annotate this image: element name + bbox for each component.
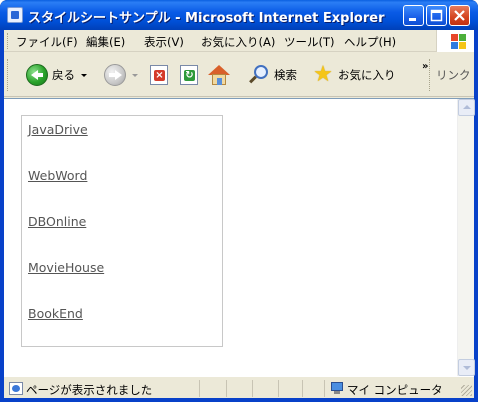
menu-tools[interactable]: ツール(T) (284, 34, 335, 50)
stop-button[interactable]: × (150, 53, 168, 97)
search-label: 検索 (274, 68, 297, 82)
status-divider (278, 380, 279, 397)
page-content: JavaDrive WebWord DBOnline MovieHouse Bo… (4, 98, 475, 376)
browser-window: スタイルシートサンプル - Microsoft Internet Explore… (0, 0, 478, 402)
menu-grip[interactable] (7, 33, 10, 49)
stop-icon: × (150, 65, 168, 85)
refresh-icon: ↻ (180, 65, 198, 85)
my-computer-icon (331, 382, 343, 395)
link-javadrive[interactable]: JavaDrive (28, 122, 88, 137)
list-item: JavaDrive (28, 122, 88, 137)
list-item: DBOnline (28, 214, 86, 229)
toolbar-grip[interactable] (7, 59, 10, 91)
favorites-label: お気に入り (338, 68, 396, 82)
status-divider (252, 380, 253, 397)
logo-red-icon (451, 34, 458, 41)
minimize-icon (409, 18, 416, 21)
back-label: 戻る (52, 68, 75, 82)
refresh-button[interactable]: ↻ (180, 53, 198, 97)
security-zone-text: マイ コンピュータ (347, 383, 443, 397)
menu-edit[interactable]: 編集(E) (86, 34, 125, 50)
close-icon (454, 10, 465, 21)
link-bookend[interactable]: BookEnd (28, 306, 83, 321)
favorites-button[interactable]: ★ お気に入り (312, 53, 396, 97)
forward-dropdown-icon[interactable] (132, 73, 138, 77)
home-button[interactable] (208, 53, 230, 97)
window-border-right (474, 30, 478, 402)
link-dbonline[interactable]: DBOnline (28, 214, 86, 229)
resize-grip[interactable] (461, 385, 472, 396)
status-divider (226, 380, 227, 397)
link-box: JavaDrive WebWord DBOnline MovieHouse Bo… (21, 115, 223, 347)
window-title: スタイルシートサンプル - Microsoft Internet Explore… (28, 11, 385, 26)
window-border-bottom (0, 398, 478, 402)
menu-help[interactable]: ヘルプ(H) (344, 34, 396, 50)
link-webword[interactable]: WebWord (28, 168, 87, 183)
home-icon (208, 64, 230, 86)
minimize-button[interactable] (403, 5, 424, 26)
forward-arrow-icon (104, 64, 126, 86)
back-button[interactable]: 戻る (26, 53, 87, 97)
menu-bar: ファイル(F) 編集(E) 表示(V) お気に入り(A) ツール(T) ヘルプ(… (4, 30, 474, 52)
list-item: WebWord (28, 168, 87, 183)
close-button[interactable] (449, 5, 470, 26)
client-area: ファイル(F) 編集(E) 表示(V) お気に入り(A) ツール(T) ヘルプ(… (4, 30, 475, 398)
scroll-up-icon (463, 105, 471, 109)
status-text: ページが表示されました (26, 383, 153, 397)
back-arrow-icon (26, 64, 48, 86)
toolbar-separator (429, 59, 431, 91)
status-divider (324, 380, 325, 397)
menu-file[interactable]: ファイル(F) (16, 34, 78, 50)
maximize-button[interactable] (426, 5, 447, 26)
logo-yellow-icon (459, 42, 466, 49)
logo-green-icon (459, 34, 466, 41)
link-moviehouse[interactable]: MovieHouse (28, 260, 104, 275)
menu-view[interactable]: 表示(V) (144, 34, 184, 50)
status-divider (302, 380, 303, 397)
forward-button[interactable] (104, 53, 138, 97)
logo-blue-icon (451, 42, 458, 49)
links-button[interactable]: リンク (436, 67, 471, 83)
page-status-icon (9, 382, 23, 395)
title-bar[interactable]: スタイルシートサンプル - Microsoft Internet Explore… (0, 0, 478, 30)
scroll-down-icon (463, 366, 471, 370)
search-button[interactable]: 検索 (248, 53, 297, 97)
toolbar-chevron-icon[interactable]: » (422, 61, 428, 72)
favorites-star-icon: ★ (313, 62, 333, 87)
menu-favorites[interactable]: お気に入り(A) (201, 34, 275, 50)
standard-toolbar: 戻る × ↻ 検索 ★ お気に入り » リンク (4, 53, 474, 97)
maximize-icon (430, 9, 443, 22)
ie-page-icon (7, 7, 23, 23)
windows-logo (436, 30, 474, 52)
status-divider (199, 380, 200, 397)
vertical-scrollbar[interactable] (457, 99, 475, 376)
search-icon (248, 64, 270, 86)
scroll-up-button[interactable] (458, 99, 475, 116)
scroll-down-button[interactable] (458, 359, 475, 376)
list-item: BookEnd (28, 306, 83, 321)
list-item: MovieHouse (28, 260, 104, 275)
back-dropdown-icon[interactable] (81, 73, 87, 77)
status-bar: ページが表示されました マイ コンピュータ (4, 376, 474, 398)
